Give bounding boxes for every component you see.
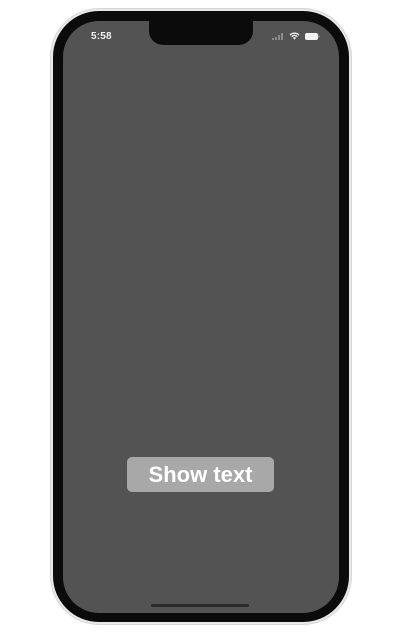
- app-screen: 5:58 Show text: [63, 21, 339, 613]
- status-icons: [272, 32, 320, 40]
- wifi-icon: [289, 32, 300, 40]
- signal-icon: [272, 32, 284, 40]
- status-time: 5:58: [91, 31, 112, 42]
- notch: [149, 21, 253, 45]
- home-indicator[interactable]: [151, 604, 249, 607]
- phone-frame: 5:58 Show text: [53, 11, 349, 622]
- show-text-button[interactable]: Show text: [127, 457, 274, 492]
- battery-icon: [305, 32, 320, 40]
